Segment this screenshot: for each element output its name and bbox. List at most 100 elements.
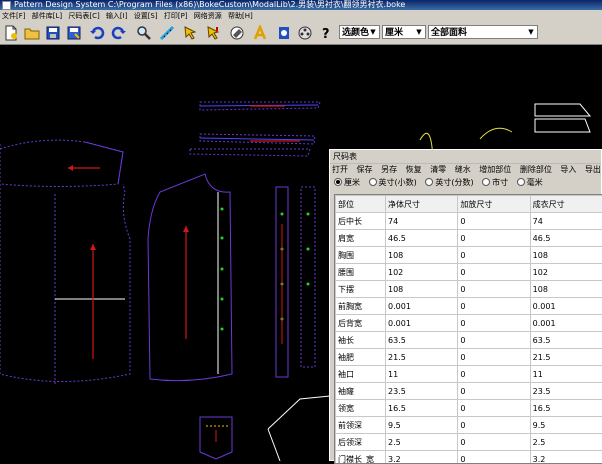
- cell-garment-size[interactable]: 9.5: [530, 417, 602, 434]
- cell-body-size[interactable]: 11: [386, 366, 458, 383]
- eraser-icon[interactable]: [228, 24, 246, 42]
- menu-input[interactable]: 输入[I]: [104, 12, 130, 20]
- cell-body-size[interactable]: 16.5: [386, 400, 458, 417]
- cell-ease[interactable]: 0: [458, 315, 530, 332]
- cell-body-size[interactable]: 9.5: [386, 417, 458, 434]
- save-icon[interactable]: [44, 24, 62, 42]
- cell-ease[interactable]: 0: [458, 383, 530, 400]
- cell-body-size[interactable]: 108: [386, 247, 458, 264]
- open-folder-icon[interactable]: [23, 24, 41, 42]
- cell-body-size[interactable]: 102: [386, 264, 458, 281]
- table-row[interactable]: 下摆1080108: [336, 281, 602, 298]
- menu-print[interactable]: 打印[P]: [162, 12, 190, 20]
- table-row[interactable]: 肩宽46.5046.5: [336, 230, 602, 247]
- add-part-button[interactable]: 增加部位: [479, 165, 511, 174]
- cell-garment-size[interactable]: 74: [530, 213, 602, 230]
- table-row[interactable]: 门襟长_宽3.203.2: [336, 451, 602, 464]
- pointer-icon[interactable]: [181, 24, 199, 42]
- unit-radio-inch-fraction[interactable]: 英寸(分数): [425, 178, 473, 187]
- cell-body-size[interactable]: 74: [386, 213, 458, 230]
- measure-icon[interactable]: [158, 24, 176, 42]
- delete-part-button[interactable]: 删除部位: [520, 165, 552, 174]
- cell-garment-size[interactable]: 11: [530, 366, 602, 383]
- cell-ease[interactable]: 0: [458, 298, 530, 315]
- unit-radio-cm[interactable]: 厘米: [334, 178, 360, 187]
- table-row[interactable]: 后背宽0.00100.001: [336, 315, 602, 332]
- menu-settings[interactable]: 设置[S]: [132, 12, 160, 20]
- unit-radio-mm[interactable]: 毫米: [517, 178, 543, 187]
- cell-garment-size[interactable]: 46.5: [530, 230, 602, 247]
- cell-ease[interactable]: 0: [458, 247, 530, 264]
- save-as-button[interactable]: 另存: [381, 165, 397, 174]
- table-row[interactable]: 后中长74074: [336, 213, 602, 230]
- cell-ease[interactable]: 0: [458, 451, 530, 464]
- new-file-icon[interactable]: [2, 24, 20, 42]
- cell-ease[interactable]: 0: [458, 349, 530, 366]
- cell-garment-size[interactable]: 21.5: [530, 349, 602, 366]
- film-icon[interactable]: [296, 24, 314, 42]
- menu-network[interactable]: 网络资源: [192, 12, 224, 20]
- save-as-icon[interactable]: [65, 24, 83, 42]
- export-button[interactable]: 导出: [585, 165, 601, 174]
- rotate-icon[interactable]: [275, 24, 293, 42]
- undo-icon[interactable]: [88, 24, 106, 42]
- redo-icon[interactable]: [110, 24, 128, 42]
- cell-body-size[interactable]: 63.5: [386, 332, 458, 349]
- unit-radio-shicun[interactable]: 市寸: [482, 178, 508, 187]
- cell-body-size[interactable]: 108: [386, 281, 458, 298]
- table-row[interactable]: 前胸宽0.00100.001: [336, 298, 602, 315]
- shrink-button[interactable]: 缝水: [455, 165, 471, 174]
- save-button[interactable]: 保存: [357, 165, 373, 174]
- cell-body-size[interactable]: 0.001: [386, 315, 458, 332]
- cell-ease[interactable]: 0: [458, 332, 530, 349]
- cell-garment-size[interactable]: 16.5: [530, 400, 602, 417]
- cell-body-size[interactable]: 23.5: [386, 383, 458, 400]
- cell-body-size[interactable]: 2.5: [386, 434, 458, 451]
- table-row[interactable]: 领宽16.5016.5: [336, 400, 602, 417]
- cell-garment-size[interactable]: 108: [530, 281, 602, 298]
- menu-file[interactable]: 文件[F]: [0, 12, 28, 20]
- restore-button[interactable]: 恢复: [406, 165, 422, 174]
- select-arrow-icon[interactable]: [204, 24, 222, 42]
- clear-button[interactable]: 清零: [430, 165, 446, 174]
- cell-garment-size[interactable]: 3.2: [530, 451, 602, 464]
- cell-garment-size[interactable]: 2.5: [530, 434, 602, 451]
- table-row[interactable]: 袖窿23.5023.5: [336, 383, 602, 400]
- zoom-icon[interactable]: [135, 24, 153, 42]
- menu-help[interactable]: 帮助[H]: [226, 12, 255, 20]
- cell-garment-size[interactable]: 108: [530, 247, 602, 264]
- cell-ease[interactable]: 0: [458, 230, 530, 247]
- cell-ease[interactable]: 0: [458, 264, 530, 281]
- open-button[interactable]: 打开: [332, 165, 348, 174]
- table-row[interactable]: 后领深2.502.5: [336, 434, 602, 451]
- cell-ease[interactable]: 0: [458, 281, 530, 298]
- color-select[interactable]: 选颜色▼: [339, 25, 380, 39]
- cell-body-size[interactable]: 46.5: [386, 230, 458, 247]
- cell-garment-size[interactable]: 102: [530, 264, 602, 281]
- cell-garment-size[interactable]: 0.001: [530, 315, 602, 332]
- menu-parts-library[interactable]: 部件库[L]: [30, 12, 64, 20]
- table-row[interactable]: 腰围1020102: [336, 264, 602, 281]
- unit-select[interactable]: 厘米▼: [382, 25, 426, 39]
- help-icon[interactable]: ?: [317, 24, 335, 42]
- menu-size-table[interactable]: 尺码表[C]: [66, 12, 101, 20]
- cell-body-size[interactable]: 21.5: [386, 349, 458, 366]
- cell-body-size[interactable]: 3.2: [386, 451, 458, 464]
- table-row[interactable]: 袖肥21.5021.5: [336, 349, 602, 366]
- table-row[interactable]: 胸围1080108: [336, 247, 602, 264]
- text-icon[interactable]: [251, 24, 269, 42]
- cell-body-size[interactable]: 0.001: [386, 298, 458, 315]
- import-button[interactable]: 导入: [560, 165, 576, 174]
- cell-garment-size[interactable]: 0.001: [530, 298, 602, 315]
- cell-garment-size[interactable]: 63.5: [530, 332, 602, 349]
- cell-garment-size[interactable]: 23.5: [530, 383, 602, 400]
- part-select[interactable]: 全部面料▼: [428, 25, 538, 39]
- unit-radio-inch-decimal[interactable]: 英寸(小数): [369, 178, 417, 187]
- cell-ease[interactable]: 0: [458, 434, 530, 451]
- cell-ease[interactable]: 0: [458, 213, 530, 230]
- table-row[interactable]: 前领深9.509.5: [336, 417, 602, 434]
- cell-ease[interactable]: 0: [458, 366, 530, 383]
- cell-ease[interactable]: 0: [458, 400, 530, 417]
- cell-ease[interactable]: 0: [458, 417, 530, 434]
- table-row[interactable]: 袖口11011: [336, 366, 602, 383]
